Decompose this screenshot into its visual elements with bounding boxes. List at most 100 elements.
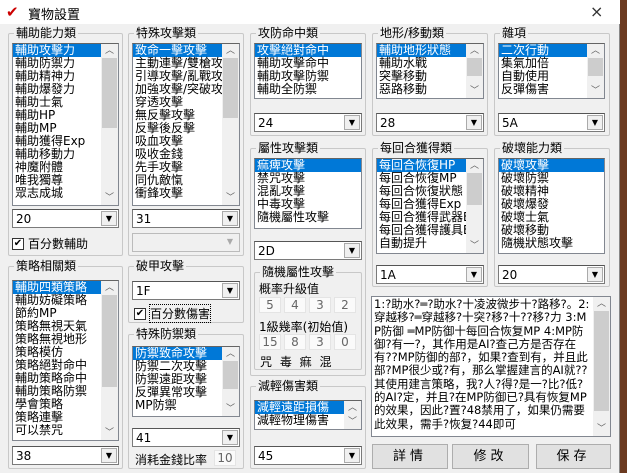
initial-value[interactable]: 0 bbox=[334, 334, 356, 350]
chevron-down-icon[interactable]: ▼ bbox=[344, 115, 360, 130]
scroll-thumb[interactable] bbox=[594, 311, 609, 411]
list-item[interactable]: 可以禁咒 bbox=[13, 424, 101, 437]
list-item[interactable]: 自動提升 bbox=[377, 237, 466, 250]
initial-value[interactable]: 15 bbox=[259, 334, 281, 350]
assist-listbox[interactable]: 輔助攻擊力 輔助防禦力 輔助精神力 輔助爆發力 輔助士氣 輔助HP 輔助MP 輔助獲得Exp 輔… bbox=[12, 43, 119, 206]
special-defense-listbox[interactable]: 防禦致命攻擊 防禦二次攻擊 防禦遠距攻擊 反彈異常攻擊 MP防禦 ︿ ﹀ bbox=[132, 346, 240, 417]
scroll-down-icon[interactable]: ﹀ bbox=[222, 402, 239, 416]
scroll-up-icon[interactable]: ︿ bbox=[593, 297, 610, 311]
description-textarea[interactable]: 1:?助水?═?助水?十凌波微步十?路移?。2:穿越移?═穿越移?十突?移?十?… bbox=[371, 296, 611, 437]
scroll-up-icon[interactable]: ︿ bbox=[222, 347, 239, 361]
chevron-down-icon[interactable]: ▼ bbox=[344, 243, 360, 258]
hit-listbox[interactable]: 攻擊絕對命中 輔助攻擊命中 輔助攻擊防禦 輔助全防禦 bbox=[254, 43, 362, 99]
list-item[interactable]: MP防禦 bbox=[133, 399, 222, 412]
list-item[interactable]: 衝鋒攻擊 bbox=[133, 187, 222, 200]
combo-value: 20 bbox=[16, 212, 32, 226]
destroy-listbox[interactable]: 破壞攻擊 破壞防禦 破壞精神 破壞爆發 破壞士氣 破壞移動 隨機狀態攻擊 bbox=[498, 158, 605, 254]
strategy-value-combo[interactable]: 38 ▼ bbox=[12, 446, 119, 465]
reduce-listbox[interactable]: 減輕遠距損傷 減輕物理傷害 ︿ ﹀ bbox=[254, 400, 362, 430]
scroll-up-icon[interactable]: ︿ bbox=[466, 159, 483, 173]
terrain-listbox[interactable]: 輔助地形狀態 輔助水戰 突擊移動 惡路移動 ︿ ﹀ bbox=[376, 43, 484, 99]
checkbox-checked-icon[interactable]: ✔ bbox=[134, 307, 146, 320]
chevron-down-icon[interactable]: ▼ bbox=[466, 267, 482, 282]
percent-assist-checkbox[interactable]: ✔ 百分數輔助 bbox=[12, 235, 88, 252]
destroy-value-combo[interactable]: 20 ▼ bbox=[498, 265, 605, 284]
reduce-value-combo[interactable]: 45 ▼ bbox=[254, 446, 362, 465]
list-item[interactable]: 隨機屬性攻擊 bbox=[255, 211, 361, 224]
armor-break-value-combo[interactable]: 1F ▼ bbox=[132, 281, 240, 300]
chevron-down-icon[interactable]: ▼ bbox=[466, 115, 482, 130]
chevron-down-icon[interactable]: ▼ bbox=[101, 448, 117, 463]
upgrade-value[interactable]: 3 bbox=[309, 297, 331, 313]
element-listbox[interactable]: 痲痺攻擊 禁咒攻擊 混亂攻擊 中毒攻擊 隨機屬性攻擊 bbox=[254, 158, 362, 229]
list-item[interactable]: 反彈傷害 bbox=[499, 83, 587, 96]
scroll-thumb[interactable] bbox=[467, 173, 482, 205]
initial-value[interactable]: 3 bbox=[309, 334, 331, 350]
scroll-thumb[interactable] bbox=[223, 361, 238, 389]
upgrade-value[interactable]: 4 bbox=[284, 297, 306, 313]
scroll-down-icon[interactable]: ﹀ bbox=[466, 84, 483, 98]
upgrade-value[interactable]: 5 bbox=[259, 297, 281, 313]
scrollbar[interactable]: ︿ ﹀ bbox=[466, 159, 483, 253]
detail-button[interactable]: 詳情 bbox=[372, 444, 448, 469]
scroll-thumb[interactable] bbox=[102, 295, 117, 387]
list-item[interactable]: 隨機狀態攻擊 bbox=[499, 237, 604, 250]
percent-damage-checkbox[interactable]: ✔ 百分數傷害 bbox=[134, 304, 212, 323]
scroll-down-icon[interactable]: ﹀ bbox=[466, 239, 483, 253]
scrollbar[interactable]: ︿ ﹀ bbox=[101, 281, 118, 440]
checkbox-checked-icon[interactable]: ✔ bbox=[12, 237, 24, 250]
chevron-down-icon[interactable]: ▼ bbox=[344, 448, 360, 463]
scroll-up-icon[interactable]: ︿ bbox=[587, 44, 604, 58]
scrollbar[interactable]: ︿ ﹀ bbox=[466, 44, 483, 98]
modify-button[interactable]: 修改 bbox=[452, 444, 529, 469]
scroll-down-icon[interactable]: ﹀ bbox=[101, 191, 118, 205]
scrollbar[interactable]: ︿ ﹀ bbox=[101, 44, 118, 205]
save-button[interactable]: 保存 bbox=[536, 444, 611, 469]
assist-value-combo[interactable]: 20 ▼ bbox=[12, 209, 119, 228]
chevron-down-icon[interactable]: ▼ bbox=[101, 211, 117, 226]
scroll-thumb[interactable] bbox=[467, 58, 482, 76]
chevron-down-icon[interactable]: ▼ bbox=[222, 211, 238, 226]
scroll-down-icon[interactable]: ﹀ bbox=[222, 191, 239, 205]
cost-ratio-value[interactable]: 10 bbox=[214, 450, 236, 466]
element-value-combo[interactable]: 2D ▼ bbox=[254, 241, 362, 260]
scrollbar[interactable]: ︿ ﹀ bbox=[593, 297, 610, 436]
scrollbar[interactable]: ︿ ﹀ bbox=[222, 347, 239, 416]
special-attack-value-combo[interactable]: 31 ▼ bbox=[132, 209, 240, 228]
scrollbar[interactable]: ︿ ﹀ bbox=[222, 44, 239, 205]
scroll-thumb[interactable] bbox=[223, 58, 238, 118]
terrain-value-combo[interactable]: 28 ▼ bbox=[376, 113, 484, 132]
scroll-down-icon[interactable]: ﹀ bbox=[101, 426, 118, 440]
hit-value-combo[interactable]: 24 ▼ bbox=[254, 113, 362, 132]
close-icon[interactable]: × bbox=[590, 2, 603, 21]
scroll-up-icon[interactable]: ︿ bbox=[101, 281, 118, 295]
upgrade-value[interactable]: 2 bbox=[334, 297, 356, 313]
scrollbar[interactable]: ︿ ﹀ bbox=[587, 44, 604, 98]
per-turn-listbox[interactable]: 每回合恢復HP 每回合恢復MP 每回合恢復狀態 每回合獲得Exp 每回合獲得武器E 每回合… bbox=[376, 158, 484, 254]
list-item[interactable]: 眾志成城 bbox=[13, 187, 101, 200]
misc-value-combo[interactable]: 5A ▼ bbox=[498, 113, 605, 132]
scroll-thumb[interactable] bbox=[102, 58, 117, 128]
list-item[interactable]: 輔助全防禦 bbox=[255, 83, 361, 96]
special-attack-listbox[interactable]: 致命一擊攻擊 主動連擊/雙槍攻 引導攻擊/亂戰攻 加強攻擊/突破攻 穿透攻擊 無反擊攻擊反… bbox=[132, 43, 240, 206]
scroll-down-icon[interactable]: ﹀ bbox=[593, 422, 610, 436]
list-item[interactable]: 惡路移動 bbox=[377, 83, 466, 96]
per-turn-value-combo[interactable]: 1A ▼ bbox=[376, 265, 484, 284]
scroll-up-icon[interactable]: ︿ bbox=[466, 44, 483, 58]
strategy-listbox[interactable]: 輔助四類策略 輔助妨礙策略 節約MP 策略無視天氣 策略無視地形 策略模仿 策略絕對命中 輔助… bbox=[12, 280, 119, 441]
scroll-up-icon[interactable]: ︿ bbox=[344, 401, 361, 415]
misc-listbox[interactable]: 二次行動 集氣加倍 自動使用 反彈傷害 ︿ ﹀ bbox=[498, 43, 605, 99]
chevron-down-icon[interactable]: ▼ bbox=[222, 430, 238, 445]
chevron-down-icon[interactable]: ▼ bbox=[587, 267, 603, 282]
chevron-down-icon[interactable]: ▼ bbox=[587, 115, 603, 130]
initial-value[interactable]: 8 bbox=[284, 334, 306, 350]
scroll-up-icon[interactable]: ︿ bbox=[101, 44, 118, 58]
scroll-thumb[interactable] bbox=[588, 58, 603, 76]
scroll-down-icon[interactable]: ﹀ bbox=[587, 84, 604, 98]
special-defense-value-combo[interactable]: 41 ▼ bbox=[132, 428, 240, 447]
scrollbar[interactable]: ︿ ﹀ bbox=[344, 401, 361, 429]
scroll-up-icon[interactable]: ︿ bbox=[222, 44, 239, 58]
scroll-down-icon[interactable]: ﹀ bbox=[344, 415, 361, 429]
list-item[interactable]: 減輕物理傷害 bbox=[255, 414, 344, 427]
chevron-down-icon[interactable]: ▼ bbox=[222, 283, 238, 298]
